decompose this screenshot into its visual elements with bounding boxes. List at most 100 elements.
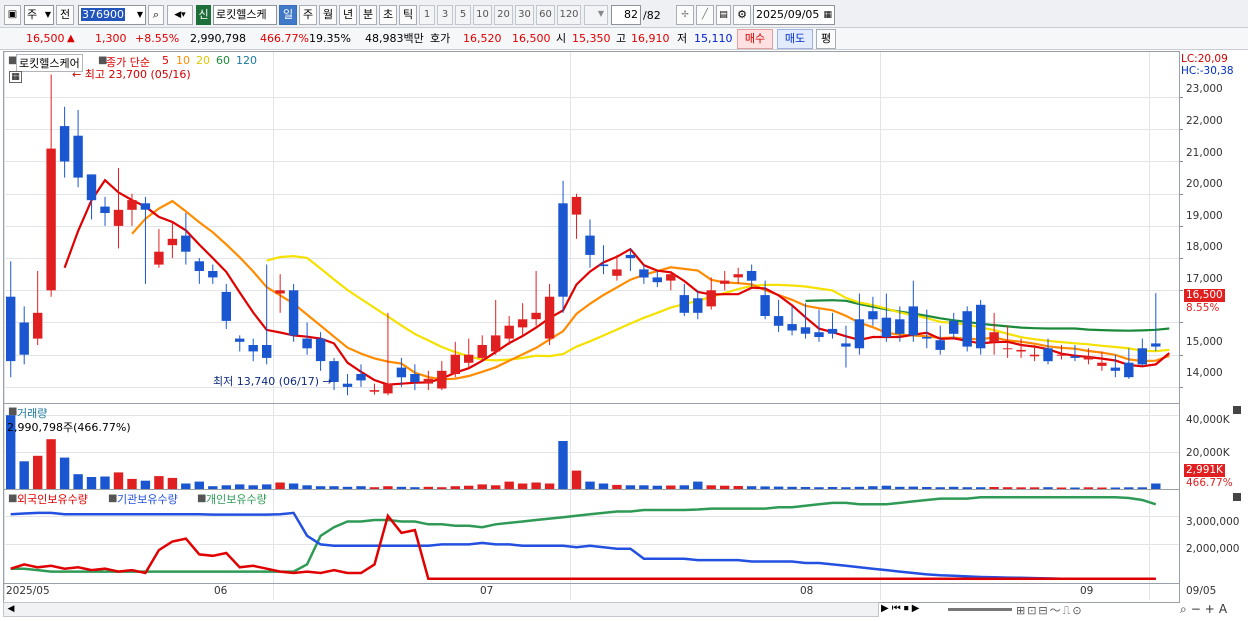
volume-bar <box>208 486 218 489</box>
table-icon[interactable]: ▦ <box>9 71 22 83</box>
candle-body <box>908 306 918 336</box>
candle-body <box>787 324 797 331</box>
candle-body <box>1016 349 1026 352</box>
volume-bar <box>949 486 959 489</box>
playback-controls[interactable]: ▶⏮⏹▶ <box>881 603 922 614</box>
candle-body <box>1151 343 1161 347</box>
candle-body <box>935 340 945 350</box>
volume-bar <box>167 477 178 489</box>
close-icon[interactable] <box>1233 406 1241 414</box>
price-tick: 23,000 <box>1186 83 1223 95</box>
candle-body <box>46 148 56 291</box>
zoom-controls[interactable]: ⌕−+A <box>1180 602 1231 617</box>
horizontal-scrollbar[interactable]: ◀ <box>3 602 879 617</box>
volume-value-label: 2,990,798주(466.77%) <box>7 421 131 434</box>
x-label: 07 <box>480 585 494 597</box>
volume-bar <box>140 480 151 489</box>
candle-body <box>275 290 285 294</box>
volume-bar <box>962 487 972 489</box>
volume-bar <box>1043 487 1053 489</box>
legend-foreign[interactable]: 외국인보유수량 <box>17 491 88 507</box>
x-right-label: 09/05 <box>1186 585 1217 597</box>
volume-bar <box>315 486 326 489</box>
volume-bar <box>1151 483 1161 489</box>
candle-body <box>450 354 460 374</box>
candle-body <box>1029 354 1040 357</box>
volume-bar <box>46 439 56 489</box>
price-tick: 15,000 <box>1186 336 1223 348</box>
volume-bar <box>827 487 838 489</box>
volume-bar <box>652 485 662 489</box>
volume-bar <box>181 483 191 489</box>
legend-institution[interactable]: 기관보유수량 <box>117 491 178 507</box>
close-icon[interactable] <box>1233 493 1241 501</box>
candle-body <box>800 327 811 334</box>
ma20-line <box>266 254 1170 362</box>
volume-bar <box>666 485 676 489</box>
stock-chart[interactable] <box>0 0 1248 621</box>
candle-body <box>19 322 29 355</box>
candle-body <box>86 174 97 201</box>
volume-bar <box>262 484 272 489</box>
candle-body <box>854 319 865 349</box>
volume-bar <box>625 485 636 489</box>
price-tick: 19,000 <box>1186 210 1223 222</box>
volume-bar <box>410 487 420 489</box>
volume-bar <box>679 485 689 489</box>
candle-body <box>1110 367 1121 371</box>
holding-lines <box>10 495 1157 580</box>
price-tick: 17,000 <box>1186 273 1223 285</box>
max-label: ← 최고 23,700 (05/16) <box>72 68 191 81</box>
volume-tick: 40,000K <box>1186 414 1230 426</box>
candle-body <box>868 311 878 320</box>
candle-body <box>477 345 487 358</box>
price-tick: 14,000 <box>1186 367 1223 379</box>
volume-bar <box>248 485 258 489</box>
volume-bar <box>720 485 730 489</box>
volume-bar <box>1083 487 1094 489</box>
legend-ma20[interactable]: 20 <box>196 54 210 67</box>
candle-body <box>639 269 649 278</box>
volume-bar <box>396 486 407 489</box>
volume-bar <box>329 486 339 489</box>
volume-bar <box>450 486 460 489</box>
candle-body <box>235 338 245 342</box>
candle-body <box>895 319 905 334</box>
zoom-slider[interactable] <box>948 608 1012 611</box>
volume-bar <box>221 485 231 489</box>
volume-bar <box>504 481 514 489</box>
volume-bar <box>423 486 433 489</box>
candle-body <box>356 374 366 381</box>
candle-body <box>1137 348 1147 365</box>
volume-bar <box>814 487 824 489</box>
legend-ma120[interactable]: 120 <box>236 54 257 67</box>
candle-body <box>248 345 258 352</box>
x-label: 06 <box>214 585 228 597</box>
legend-ma60[interactable]: 60 <box>216 54 230 67</box>
candle-body <box>841 343 851 347</box>
ma5-line <box>63 178 1171 386</box>
candle-body <box>288 290 299 336</box>
volume-bar <box>464 485 474 489</box>
volume-bar <box>612 484 622 489</box>
volume-tick: 20,000K <box>1186 447 1230 459</box>
legend-individual[interactable]: 개인보유수량 <box>206 491 267 507</box>
volume-bar <box>113 472 124 489</box>
candle-body <box>1043 348 1053 362</box>
candle-body <box>531 312 541 320</box>
volume-bar <box>383 486 393 489</box>
drawing-tools[interactable]: ⊞⊡⊟〜⎍⊙ <box>1016 602 1084 618</box>
volume-bar <box>787 486 797 489</box>
candle-body <box>1070 356 1080 358</box>
candle-body <box>571 196 582 215</box>
scroll-left-icon[interactable]: ◀ <box>5 604 17 615</box>
candle-body <box>127 200 137 210</box>
volume-bar <box>288 483 299 489</box>
candle-body <box>194 261 204 271</box>
candle-body <box>706 290 716 307</box>
candle-body <box>693 298 703 313</box>
volume-bar <box>86 477 97 489</box>
volume-pct-tag: 466.77% <box>1186 477 1233 489</box>
volume-bar <box>275 482 285 489</box>
volume-bar <box>437 487 447 489</box>
